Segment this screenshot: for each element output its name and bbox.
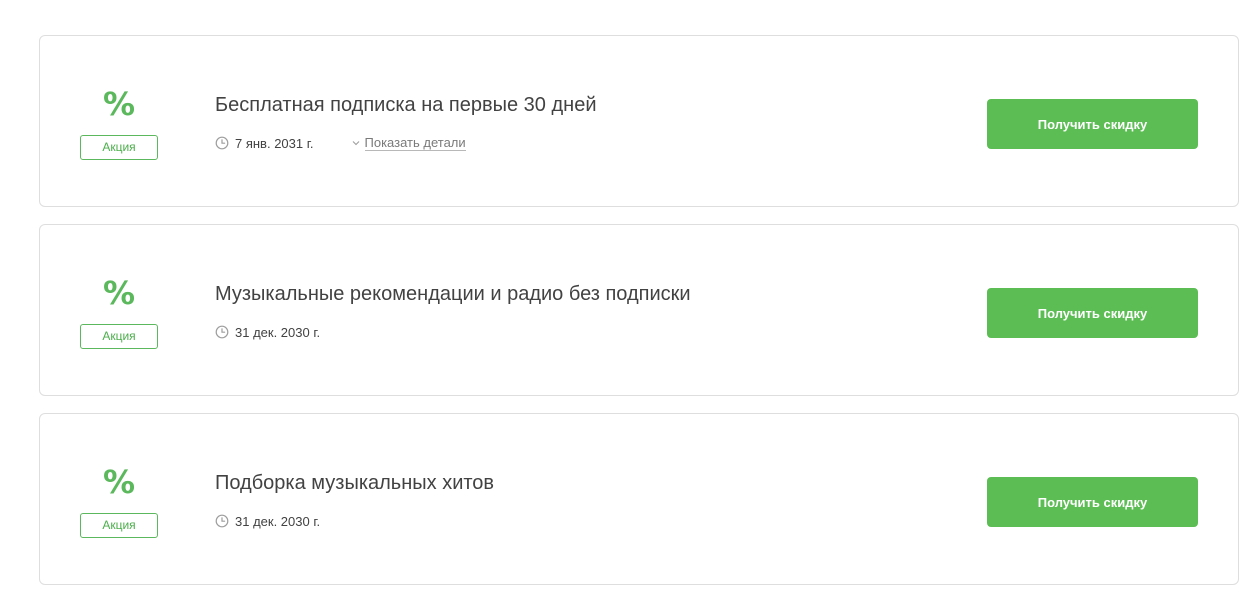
promo-tag: Акция	[80, 513, 158, 538]
percent-icon: %	[102, 274, 136, 312]
offer-card: % Акция Бесплатная подписка на первые 30…	[39, 35, 1239, 207]
offer-badge: % Акция	[80, 462, 158, 538]
offer-expiry-date: 31 дек. 2030 г.	[235, 324, 321, 340]
offer-title: Бесплатная подписка на первые 30 дней	[215, 94, 597, 116]
offer-badge: % Акция	[80, 84, 158, 160]
offer-card: % Акция Музыкальные рекомендации и радио…	[39, 224, 1239, 396]
get-discount-button[interactable]: Получить скидку	[987, 99, 1198, 149]
offer-list: % Акция Бесплатная подписка на первые 30…	[39, 35, 1239, 602]
offer-expiry-date: 7 янв. 2031 г.	[235, 135, 314, 151]
clock-icon	[215, 325, 229, 339]
clock-icon	[215, 514, 229, 528]
show-details-link[interactable]: Показать детали	[352, 135, 466, 151]
offer-card: % Акция Подборка музыкальных хитов 31 де…	[39, 413, 1239, 585]
promo-tag: Акция	[80, 324, 158, 349]
offer-title: Музыкальные рекомендации и радио без под…	[215, 283, 691, 305]
offer-meta: 31 дек. 2030 г.	[215, 512, 320, 530]
percent-icon: %	[102, 85, 136, 123]
get-discount-button[interactable]: Получить скидку	[987, 288, 1198, 338]
clock-icon	[215, 136, 229, 150]
show-details-label: Показать детали	[364, 135, 466, 151]
offer-meta: 7 янв. 2031 г. Показать детали	[215, 134, 466, 152]
offer-meta: 31 дек. 2030 г.	[215, 323, 320, 341]
offer-title: Подборка музыкальных хитов	[215, 472, 495, 494]
offer-badge: % Акция	[80, 273, 158, 349]
chevron-down-icon	[352, 141, 359, 146]
offer-expiry-date: 31 дек. 2030 г.	[235, 513, 321, 529]
get-discount-button[interactable]: Получить скидку	[987, 477, 1198, 527]
percent-icon: %	[102, 463, 136, 501]
promo-tag: Акция	[80, 135, 158, 160]
